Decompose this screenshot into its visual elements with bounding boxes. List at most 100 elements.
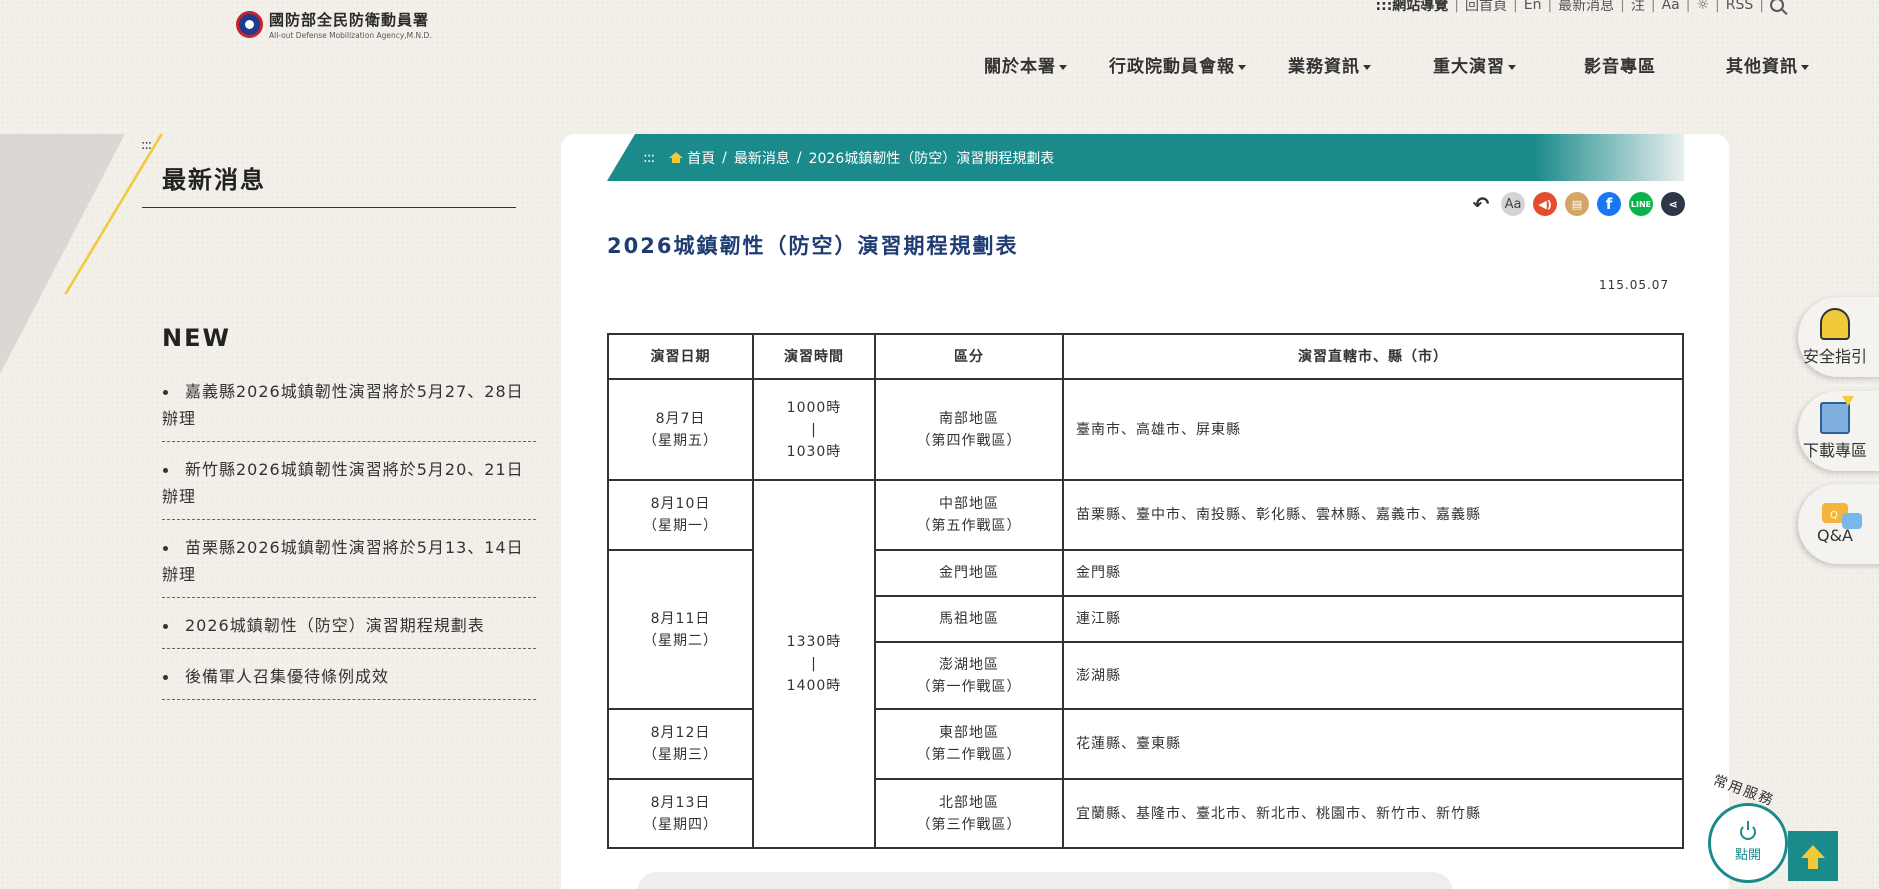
cities-cell: 臺南市、高雄市、屏東縣 bbox=[1062, 378, 1684, 481]
article-date: 115.05.07 bbox=[1599, 278, 1670, 292]
site-logo[interactable]: 國防部全民防衛動員署 All-out Defense Mobilization … bbox=[236, 9, 432, 40]
breadcrumb-home[interactable]: 首頁 bbox=[687, 148, 715, 168]
weekday-text: （星期二） bbox=[643, 632, 718, 649]
time-cell: 1000時 | 1030時 bbox=[752, 378, 876, 481]
speaker-icon[interactable]: ◀) bbox=[1533, 192, 1557, 216]
facebook-icon[interactable]: f bbox=[1597, 192, 1621, 216]
share-icon[interactable]: ⋖ bbox=[1661, 192, 1685, 216]
date-cell: 8月13日 （星期四） bbox=[607, 778, 754, 849]
sidebar-divider bbox=[142, 207, 516, 208]
nav-label: 行政院動員會報 bbox=[1109, 57, 1235, 77]
breadcrumb-news[interactable]: 最新消息 bbox=[734, 148, 790, 168]
separator: | bbox=[1650, 0, 1656, 13]
caret-down-icon bbox=[1801, 64, 1809, 70]
content-card: ::: 首頁 / 最新消息 / 2026城鎮韌性（防空）演習期程規劃表 ↶ Aa… bbox=[561, 134, 1729, 889]
search-icon[interactable] bbox=[1770, 0, 1784, 12]
nav-label: 其他資訊 bbox=[1726, 57, 1798, 77]
separator: | bbox=[1547, 0, 1553, 13]
article-toolbar: ↶ Aa ◀) ▤ f LINE ⋖ bbox=[1469, 192, 1685, 216]
date-cell: 8月11日 （星期二） bbox=[607, 549, 754, 710]
news-item[interactable]: 2026城鎮韌性（防空）演習期程規劃表 bbox=[162, 612, 536, 649]
nav-about[interactable]: 關於本署 bbox=[984, 52, 1067, 77]
news-item-label: 苗栗縣2026城鎮韌性演習將於5月13、14日辦理 bbox=[162, 538, 524, 584]
helmet-icon bbox=[1820, 307, 1850, 340]
date-text: 8月11日 bbox=[650, 610, 711, 627]
line-icon[interactable]: LINE bbox=[1629, 192, 1653, 216]
home-link[interactable]: 回首頁 bbox=[1465, 0, 1507, 15]
caret-down-icon bbox=[1363, 64, 1371, 70]
time-start: 1330時 bbox=[786, 634, 842, 650]
weekday-text: （星期五） bbox=[643, 432, 718, 449]
date-cell: 8月12日 （星期三） bbox=[607, 708, 754, 780]
download-area-button[interactable]: 下載專區 bbox=[1798, 391, 1879, 471]
news-item[interactable]: 新竹縣2026城鎮韌性演習將於5月20、21日辦理 bbox=[162, 456, 536, 520]
zone-text: （第一作戰區） bbox=[916, 678, 1022, 695]
nav-major-exercises[interactable]: 重大演習 bbox=[1433, 52, 1516, 77]
news-item[interactable]: 後備軍人召集優待條例成效 bbox=[162, 663, 536, 700]
news-item[interactable]: 嘉義縣2026城鎮韌性演習將於5月27、28日辦理 bbox=[162, 378, 536, 442]
time-end: 1400時 bbox=[786, 678, 842, 694]
cities-cell: 宜蘭縣、基隆市、臺北市、新北市、桃園市、新竹市、新竹縣 bbox=[1062, 778, 1684, 849]
nav-media[interactable]: 影音專區 bbox=[1584, 52, 1656, 77]
caret-down-icon bbox=[1238, 64, 1246, 70]
theme-sun-icon[interactable]: ☼ bbox=[1696, 0, 1709, 13]
region-cell: 馬祖地區 bbox=[874, 595, 1064, 643]
table-header-row: 演習日期 演習時間 區分 演習直轄市、縣（市） bbox=[607, 333, 1684, 380]
rss-link[interactable]: RSS bbox=[1726, 0, 1754, 13]
english-link[interactable]: En bbox=[1524, 0, 1542, 13]
time-end: 1030時 bbox=[786, 443, 842, 460]
qa-icon-text: Q bbox=[1830, 510, 1838, 521]
zone-text: （第三作戰區） bbox=[916, 816, 1022, 833]
bullet-icon bbox=[163, 546, 168, 551]
logo-chinese-name: 國防部全民防衛動員署 bbox=[269, 11, 430, 29]
nav-executive-mobilization[interactable]: 行政院動員會報 bbox=[1109, 52, 1246, 77]
font-size-icon[interactable]: Aa bbox=[1501, 192, 1525, 216]
breadcrumb-separator: / bbox=[722, 149, 727, 166]
weekday-text: （星期一） bbox=[643, 518, 718, 534]
logo-english-name: All-out Defense Mobilization Agency,M.N.… bbox=[269, 31, 432, 40]
region-text: 北部地區 bbox=[939, 794, 999, 811]
content-accesskey[interactable]: ::: bbox=[643, 150, 655, 166]
latest-news-link[interactable]: 最新消息 bbox=[1558, 0, 1614, 15]
region-cell: 金門地區 bbox=[874, 549, 1064, 597]
region-text: 澎湖地區 bbox=[939, 656, 999, 673]
home-icon bbox=[669, 152, 684, 163]
print-icon[interactable]: ▤ bbox=[1565, 192, 1589, 216]
font-size-link[interactable]: Aa bbox=[1662, 0, 1680, 13]
download-icon bbox=[1820, 395, 1854, 434]
zone-text: （第二作戰區） bbox=[916, 747, 1022, 763]
time-start: 1000時 bbox=[786, 399, 842, 416]
region-cell: 中部地區 （第五作戰區） bbox=[874, 479, 1064, 551]
common-services-button[interactable]: 點開 bbox=[1708, 803, 1788, 883]
safety-guide-button[interactable]: 安全指引 bbox=[1798, 297, 1879, 377]
time-cell: 1330時 | 1400時 bbox=[752, 479, 876, 849]
table-row: 8月10日 （星期一） 1330時 | 1400時 中部地區 （第五作戰區） 苗栗縣、臺… bbox=[607, 479, 1684, 849]
separator: | bbox=[1620, 0, 1625, 13]
agency-emblem-icon bbox=[236, 11, 263, 38]
phonetic-link[interactable]: 注 bbox=[1631, 0, 1645, 15]
header-time: 演習時間 bbox=[752, 333, 876, 380]
qa-button[interactable]: Q Q&A bbox=[1798, 484, 1879, 564]
breadcrumb-current: 2026城鎮韌性（防空）演習期程規劃表 bbox=[808, 150, 1055, 167]
cities-cell: 連江縣 bbox=[1062, 595, 1684, 643]
weekday-text: （星期四） bbox=[643, 816, 718, 833]
sitemap-link[interactable]: :::網站導覽 bbox=[1376, 0, 1449, 15]
back-to-top-button[interactable] bbox=[1788, 831, 1838, 881]
cities-cell: 金門縣 bbox=[1062, 549, 1684, 597]
date-text: 8月10日 bbox=[650, 496, 711, 512]
date-cell: 8月10日 （星期一） bbox=[607, 479, 754, 551]
download-area-label: 下載專區 bbox=[1802, 440, 1867, 460]
nav-business-info[interactable]: 業務資訊 bbox=[1288, 52, 1371, 77]
region-cell: 澎湖地區 （第一作戰區） bbox=[874, 641, 1064, 710]
breadcrumb: ::: 首頁 / 最新消息 / 2026城鎮韌性（防空）演習期程規劃表 bbox=[607, 134, 1684, 181]
news-item[interactable]: 苗栗縣2026城鎮韌性演習將於5月13、14日辦理 bbox=[162, 534, 536, 598]
sidebar-accesskey[interactable]: ::: bbox=[141, 138, 152, 153]
weekday-text: （星期三） bbox=[643, 747, 718, 763]
caret-down-icon bbox=[1508, 64, 1516, 70]
main-navigation: 關於本署 行政院動員會報 業務資訊 重大演習 影音專區 其他資訊 bbox=[984, 52, 1809, 77]
separator: | bbox=[1513, 0, 1518, 13]
nav-other-info[interactable]: 其他資訊 bbox=[1726, 52, 1809, 77]
back-icon[interactable]: ↶ bbox=[1469, 192, 1493, 216]
separator: | bbox=[1454, 0, 1460, 13]
nav-label: 業務資訊 bbox=[1288, 57, 1360, 77]
